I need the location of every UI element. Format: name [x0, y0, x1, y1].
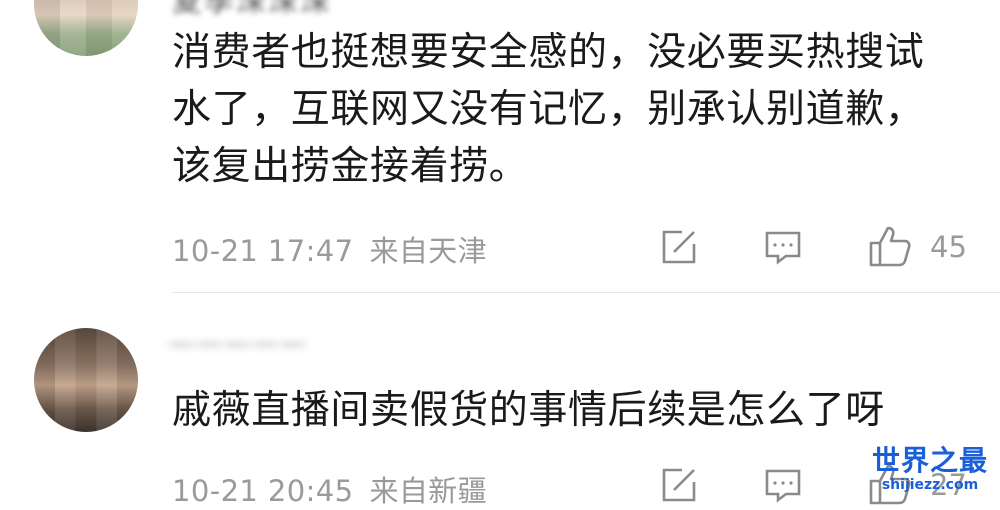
share-button[interactable]	[660, 228, 698, 266]
comment-item: 一一一一一 戚薇直播间卖假货的事情后续是怎么了呀 10-21 20:45 来自新疆…	[0, 292, 1000, 508]
comment-text-line: 水了，互联网又没有记忆，别承认别道歉，	[172, 87, 925, 132]
avatar[interactable]	[34, 0, 138, 56]
comment-meta: 10-21 20:45 来自新疆	[172, 468, 487, 510]
comment-text-line: 消费者也挺想要安全感的，没必要买热搜试	[172, 30, 925, 75]
reply-button[interactable]	[764, 229, 802, 267]
thumbs-up-icon	[869, 226, 911, 267]
watermark: 世界之最 shijiezz.com	[870, 444, 990, 494]
share-button[interactable]	[660, 466, 698, 504]
timestamp: 10-21 17:47	[172, 234, 354, 268]
username[interactable]: 一一一一一	[168, 326, 308, 363]
like-button[interactable]	[868, 224, 912, 268]
comment-meta: 10-21 17:47 来自天津	[172, 228, 487, 270]
watermark-logo: 世界之最	[871, 444, 988, 477]
username[interactable]: 夏季深深深	[172, 0, 332, 20]
timestamp: 10-21 20:45	[172, 474, 354, 508]
comment-text-line: 该复出捞金接着捞。	[172, 144, 529, 189]
comment-text: 消费者也挺想要安全感的，没必要买热搜试 水了，互联网又没有记忆，别承认别道歉， …	[172, 24, 924, 195]
share-icon	[662, 468, 696, 502]
comment-text: 戚薇直播间卖假货的事情后续是怎么了呀	[172, 382, 885, 439]
comment-item: 夏季深深深 消费者也挺想要安全感的，没必要买热搜试 水了，互联网又没有记忆，别承…	[0, 0, 1000, 292]
reply-button[interactable]	[764, 467, 802, 505]
like-count: 45	[930, 230, 967, 264]
comment-icon	[765, 231, 801, 265]
comment-icon	[765, 469, 801, 503]
share-icon	[662, 230, 696, 264]
location: 来自天津	[369, 234, 488, 268]
watermark-url: shijiezz.com	[881, 477, 979, 493]
location: 来自新疆	[369, 474, 488, 508]
comment-text-line: 戚薇直播间卖假货的事情后续是怎么了呀	[172, 388, 885, 433]
avatar[interactable]	[34, 328, 138, 432]
